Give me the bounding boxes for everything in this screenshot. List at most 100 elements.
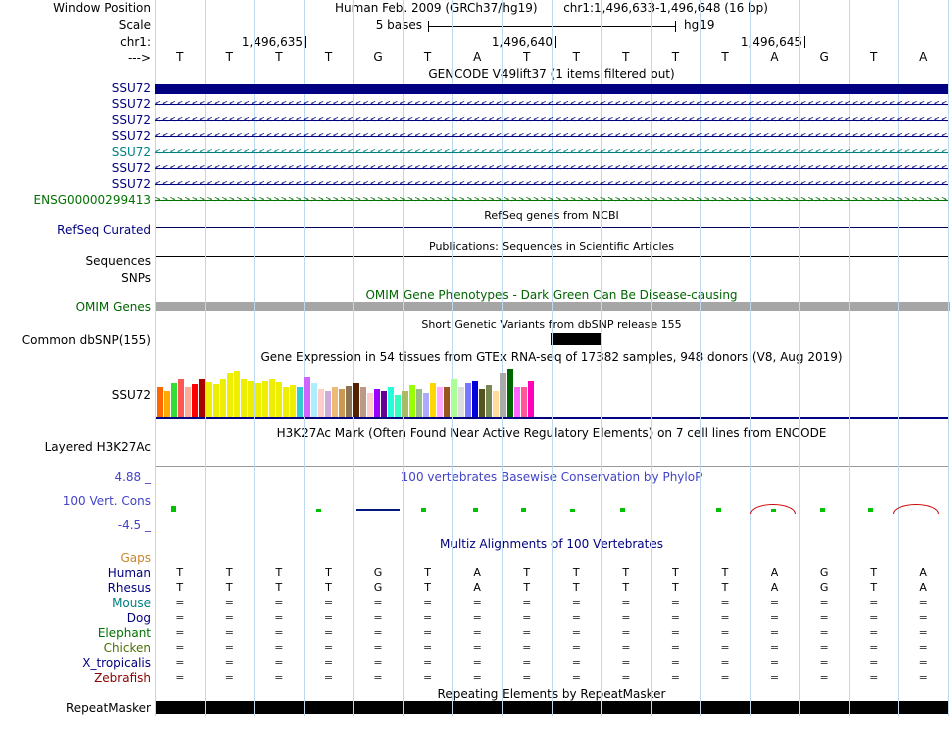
alignment-gap-mark: = <box>720 671 730 684</box>
gtex-tissue-bar <box>269 379 275 417</box>
base-letter: T <box>721 581 729 594</box>
repeatmasker-label[interactable]: RepeatMasker <box>0 701 151 715</box>
base-letter: T <box>870 50 878 64</box>
alignment-gap-mark: = <box>323 656 334 669</box>
alignment-gap-mark: = <box>869 626 879 639</box>
gene-label[interactable]: SSU72 <box>0 145 151 159</box>
gene-direction-arrows[interactable]: <<<<<<<<<<<<<<<<<<<<<<<<<<<<<<<<<<<<<<<<… <box>155 130 948 143</box>
gene-label[interactable]: SSU72 <box>0 97 151 111</box>
alignment-gap-mark: = <box>918 656 928 669</box>
phylop-positive-tick <box>316 509 321 512</box>
reference-sequence-row[interactable]: TTTTGTATTTTTAGTA <box>155 50 948 64</box>
alignment-gap-mark: = <box>819 626 829 639</box>
gene-direction-arrows[interactable]: <<<<<<<<<<<<<<<<<<<<<<<<<<<<<<<<<<<<<<<<… <box>155 146 948 159</box>
alignment-gap-mark: = <box>918 596 928 609</box>
gtex-gene-label[interactable]: SSU72 <box>0 388 151 402</box>
gtex-tissue-bar <box>206 382 212 417</box>
species-label-rhesus[interactable]: Rhesus <box>0 581 151 595</box>
alignment-gap-mark: = <box>422 656 433 669</box>
alignment-gap-mark: = <box>472 641 482 654</box>
alignment-gap-mark: = <box>720 596 730 609</box>
alignment-gap-mark: = <box>670 671 680 684</box>
base-letter: A <box>919 566 927 579</box>
base-letter: A <box>919 581 927 594</box>
alignment-gap-mark: = <box>670 641 680 654</box>
species-alignment-row[interactable]: = = = = = = = = = = = = = = = = <box>155 596 948 610</box>
gtex-tissue-bar <box>381 391 387 417</box>
species-label-dog[interactable]: Dog <box>0 611 151 625</box>
genome-browser-image[interactable]: Window Position Human Feb. 2009 (GRCh37/… <box>0 0 950 732</box>
omim-genes-label[interactable]: OMIM Genes <box>0 300 151 314</box>
phylop-positive-tick <box>570 509 575 512</box>
alignment-gap-mark: = <box>670 596 680 609</box>
gtex-tissue-bar <box>255 383 261 417</box>
species-label-zebrafish[interactable]: Zebrafish <box>0 671 151 685</box>
gtex-tissue-bar <box>325 391 331 417</box>
species-label-mouse[interactable]: Mouse <box>0 596 151 610</box>
conservation-max-label: 4.88 _ <box>114 470 151 484</box>
alignment-gap-mark: = <box>670 656 680 669</box>
sequences-label[interactable]: Sequences <box>0 254 151 268</box>
alignment-gap-mark: = <box>373 656 383 669</box>
species-label-human[interactable]: Human <box>0 566 151 580</box>
base-letter: T <box>225 566 233 579</box>
alignment-gap-mark: = <box>769 656 780 669</box>
gtex-tissue-bar <box>486 385 492 417</box>
gene-label[interactable]: SSU72 <box>0 81 151 95</box>
gtex-tissue-bar <box>409 385 415 417</box>
species-label-elephant[interactable]: Elephant <box>0 626 151 640</box>
species-label-gaps[interactable]: Gaps <box>0 551 151 565</box>
gene-label[interactable]: SSU72 <box>0 177 151 191</box>
gene-direction-arrows[interactable]: <<<<<<<<<<<<<<<<<<<<<<<<<<<<<<<<<<<<<<<<… <box>155 178 948 191</box>
base-letter: T <box>672 581 679 594</box>
gtex-tissue-bar <box>367 393 373 417</box>
omim-gene-bar[interactable] <box>155 302 950 311</box>
alignment-gap-mark: = <box>472 611 482 624</box>
species-alignment-row[interactable]: = = = = = = = = = = = = = = = = <box>155 671 948 685</box>
gene-label[interactable]: SSU72 <box>0 129 151 143</box>
base-letter: T <box>424 581 431 594</box>
base-letter: T <box>225 50 233 64</box>
gtex-expression-bars[interactable] <box>157 368 537 417</box>
gtex-tissue-bar <box>507 369 513 417</box>
gene-label[interactable]: SSU72 <box>0 161 151 175</box>
alignment-gap-mark: = <box>769 641 780 654</box>
alignment-gap-mark: = <box>323 626 334 639</box>
h3k27ac-label[interactable]: Layered H3K27Ac <box>0 440 151 454</box>
gene-direction-arrows[interactable]: <<<<<<<<<<<<<<<<<<<<<<<<<<<<<<<<<<<<<<<<… <box>155 114 948 127</box>
gene-direction-arrows[interactable]: <<<<<<<<<<<<<<<<<<<<<<<<<<<<<<<<<<<<<<<<… <box>155 162 948 175</box>
species-alignment-row[interactable]: TTTTGTATTTTTAGTA <box>155 566 948 580</box>
gtex-tissue-bar <box>430 383 436 417</box>
species-alignment-row[interactable]: = = = = = = = = = = = = = = = = <box>155 626 948 640</box>
snps-label[interactable]: SNPs <box>0 271 151 285</box>
species-alignment-row[interactable]: = = = = = = = = = = = = = = = = <box>155 656 948 670</box>
gene-label[interactable]: SSU72 <box>0 113 151 127</box>
gtex-tissue-bar <box>171 383 177 417</box>
species-alignment-row[interactable]: = = = = = = = = = = = = = = = = <box>155 611 948 625</box>
gene-direction-arrows[interactable]: <<<<<<<<<<<<<<<<<<<<<<<<<<<<<<<<<<<<<<<<… <box>155 98 948 111</box>
species-label-chicken[interactable]: Chicken <box>0 641 151 655</box>
refseq-curated-label[interactable]: RefSeq Curated <box>0 223 151 237</box>
gene-exon-bar[interactable] <box>155 84 948 94</box>
alignment-gap-mark: = <box>522 671 532 684</box>
species-alignment-row[interactable]: = = = = = = = = = = = = = = = = <box>155 641 948 655</box>
base-letter: T <box>523 581 531 594</box>
base-letter: T <box>176 581 184 594</box>
gene-label[interactable]: ENSG00000299413 <box>0 193 151 207</box>
alignment-gap-mark: = <box>571 641 581 654</box>
alignment-gap-mark: = <box>819 611 829 624</box>
species-label-x-tropicalis[interactable]: X_tropicalis <box>0 656 151 670</box>
dbsnp-variant-bar[interactable] <box>551 333 601 345</box>
base-letter: G <box>373 50 383 64</box>
dbsnp-label[interactable]: Common dbSNP(155) <box>0 333 151 347</box>
alignment-gap-mark: = <box>522 611 532 624</box>
base-letter: T <box>622 566 630 579</box>
scale-label: Scale <box>118 18 151 32</box>
gtex-tissue-bar <box>493 391 499 417</box>
base-letter: T <box>672 566 679 579</box>
alignment-gap-mark: = <box>224 626 234 639</box>
species-alignment-row[interactable]: TTTTGTATTTTTAGTA <box>155 581 948 595</box>
alignment-gap-mark: = <box>869 671 879 684</box>
conservation-label[interactable]: 100 Vert. Cons <box>0 494 151 508</box>
gene-direction-arrows[interactable]: >>>>>>>>>>>>>>>>>>>>>>>>>>>>>>>>>>>>>>>>… <box>155 194 948 207</box>
